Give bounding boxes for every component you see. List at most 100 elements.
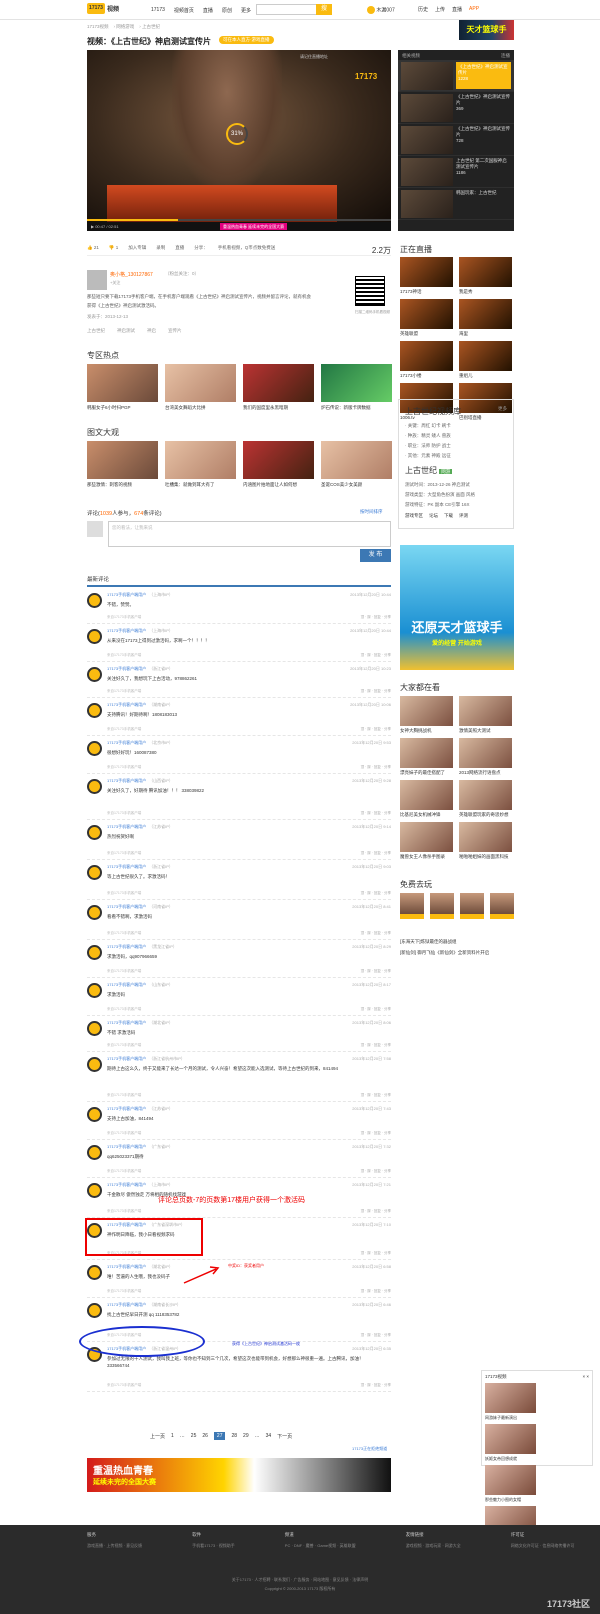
page-link[interactable]: 26 [202,1433,208,1439]
page-current[interactable]: 27 [213,1432,226,1440]
floating-item[interactable]: 那些魅力小图的女帽 [485,1465,536,1504]
downvote-button[interactable]: 踩 [367,765,371,769]
reply-button[interactable]: 回复 [374,1251,381,1255]
downvote-button[interactable]: 踩 [367,689,371,693]
game-ad-banner[interactable]: 还原天才篮球手 爱的经营 开始游戏 [400,545,514,670]
footer-links[interactable]: 游戏直播 · 上传视频 · 意见反馈 [87,1542,142,1550]
comment-user[interactable]: 17173手机客户端用户 （上海市IP） [107,592,173,598]
avatar[interactable] [87,1265,102,1280]
nav-item-more[interactable]: 更多 [241,7,251,14]
live-link[interactable]: 直播 [452,6,462,13]
comment-user-name[interactable]: 17173手机客户端用户 [107,1144,146,1149]
everyone-item[interactable]: 比基尼美女机械冲锋 [400,780,453,819]
tag-link[interactable]: 上古世纪 [87,328,105,334]
player-ad-strip[interactable]: 重温热血青春 延续未完的全国大赛 [220,223,288,230]
share-button[interactable]: 分享 [384,653,391,657]
like-button[interactable]: 👍 21 [87,245,99,255]
related-item[interactable]: 上古世纪 第二次国服神启测试宣传片 1186 [398,156,514,188]
free-play-tile[interactable] [490,893,514,919]
related-item[interactable]: 《上古世纪》神启测试宣传片 728 [398,124,514,156]
downvote-button[interactable]: 踩 [367,1251,371,1255]
avatar[interactable] [87,1303,102,1318]
avatar[interactable] [87,983,102,998]
upvote-button[interactable]: 顶 [361,1333,365,1337]
comment-user[interactable]: 17173手机客户端用户 （山西省IP） [107,778,173,784]
nav-item-17173[interactable]: 17173 [151,7,165,14]
breadcrumb-item[interactable]: 网络游戏 [116,24,134,29]
live-button[interactable]: 直播 [175,245,184,255]
reply-button[interactable]: 回复 [374,851,381,855]
filter-row[interactable]: · 其他：元素 神殿 远征 [405,451,507,461]
share-button[interactable]: 分享 [384,1131,391,1135]
upvote-button[interactable]: 顶 [361,1043,365,1047]
everyone-item[interactable]: 啪啪啪姐妹的画面黑科技 [459,822,512,861]
comment-user-name[interactable]: 17173手机客户端用户 [107,702,146,707]
live-item[interactable]: 17173小楼 [400,341,453,380]
top-ad-banner[interactable]: 天才篮球手 [459,20,514,40]
comment-user-name[interactable]: 17173手机客户端用户 [107,1056,146,1061]
live-item[interactable]: 我是秀 [459,257,512,296]
comment-user-name[interactable]: 17173手机客户端用户 [107,944,146,949]
comment-user[interactable]: 17173手机客户端用户 （江苏省IP） [107,824,173,830]
avatar[interactable] [87,667,102,682]
comment-user-name[interactable]: 17173手机客户端用户 [107,666,146,671]
mobile-watch-link[interactable]: 手机看视频，Q币点数免费送 [218,245,276,255]
downvote-button[interactable]: 踩 [367,653,371,657]
related-item[interactable]: 《上古世纪》神启测试宣传片 1228 [398,60,514,92]
everyone-item[interactable]: 漂亮妹子的最佳搭配了 [400,738,453,777]
upvote-button[interactable]: 顶 [361,1131,365,1135]
free-play-tile[interactable] [430,893,454,919]
search-button[interactable]: 搜 [316,4,332,15]
filter-row[interactable]: · 职业：法师 防护 战士 [405,441,507,451]
reply-button[interactable]: 回复 [374,931,381,935]
breadcrumb-item[interactable]: 17173视频 [87,24,109,29]
share-button[interactable]: 分享 [384,891,391,895]
avatar[interactable] [87,825,102,840]
downvote-button[interactable]: 踩 [367,851,371,855]
zone-item[interactable]: 韩服女子6小时扫PGP [87,364,158,411]
comment-user[interactable]: 17173手机客户端用户 （浙江省杭州市IP） [107,1056,185,1062]
everyone-item[interactable]: 2013网络流行语盘点 [459,738,512,777]
downvote-button[interactable]: 踩 [367,615,371,619]
comment-input[interactable]: 您的看法，让我来说 [108,521,391,547]
post-button[interactable]: 发 布 [360,549,391,562]
related-item[interactable]: 《上古世纪》神启测试宣传片 369 [398,92,514,124]
page-link[interactable]: 1 [171,1433,174,1439]
zone-item[interactable]: 炉石传说：新版卡牌数据 [321,364,392,411]
play-icon[interactable]: ▶ [91,224,94,229]
downvote-button[interactable]: 踩 [367,1007,371,1011]
free-play-link[interactable]: [东海天下]炼狱最佳的器战组 [400,936,489,947]
dislike-button[interactable]: 👎 1 [109,245,118,255]
app-link[interactable]: APP [469,6,479,13]
history-link[interactable]: 历史 [418,6,428,13]
related-item[interactable]: 韩国玩家：上古世纪 [398,188,514,220]
free-play-link[interactable]: [新仙剑] 御月飞仙《新仙剑》全新资料片开启 [400,947,489,958]
gallery-item[interactable]: 那些激情：刺客的视频 [87,441,158,488]
zone-item[interactable]: 台湾美女舞蹈大比拼 [165,364,236,411]
share-button[interactable]: 分享 [384,1093,391,1097]
everyone-item[interactable]: 女神大胸挑战机 [400,696,453,735]
live-item[interactable]: 17173神话 [400,257,453,296]
reply-button[interactable]: 回复 [374,891,381,895]
downvote-button[interactable]: 踩 [367,1169,371,1173]
reply-button[interactable]: 回复 [374,727,381,731]
avatar[interactable] [87,945,102,960]
gallery-item[interactable]: 圣诞COS美少女美颜 [321,441,392,488]
community-logo[interactable]: 17173社区 [547,1597,590,1610]
downvote-button[interactable]: 踩 [367,727,371,731]
comment-user[interactable]: 17173手机客户端用户 （黑龙江省IP） [107,944,177,950]
avatar[interactable] [87,1107,102,1122]
avatar[interactable] [87,593,102,608]
tag-link[interactable]: 宣传片 [168,328,182,334]
comment-user[interactable]: 17173手机客户端用户 （上海市IP） [107,1182,173,1188]
everyone-item[interactable]: 魔兽女王人像杀手图录 [400,822,453,861]
game-name[interactable]: 上古世纪 [405,466,437,475]
upvote-button[interactable]: 顶 [361,765,365,769]
zone-item[interactable]: 我们的国度里永黑暗期 [243,364,314,411]
upvote-button[interactable]: 顶 [361,1289,365,1293]
downvote-button[interactable]: 踩 [367,891,371,895]
live-item[interactable]: 海里 [459,299,512,338]
reply-button[interactable]: 回复 [374,1043,381,1047]
upvote-button[interactable]: 顶 [361,1169,365,1173]
footer-links[interactable]: 手机看17173 · 视频助手 [192,1542,235,1550]
